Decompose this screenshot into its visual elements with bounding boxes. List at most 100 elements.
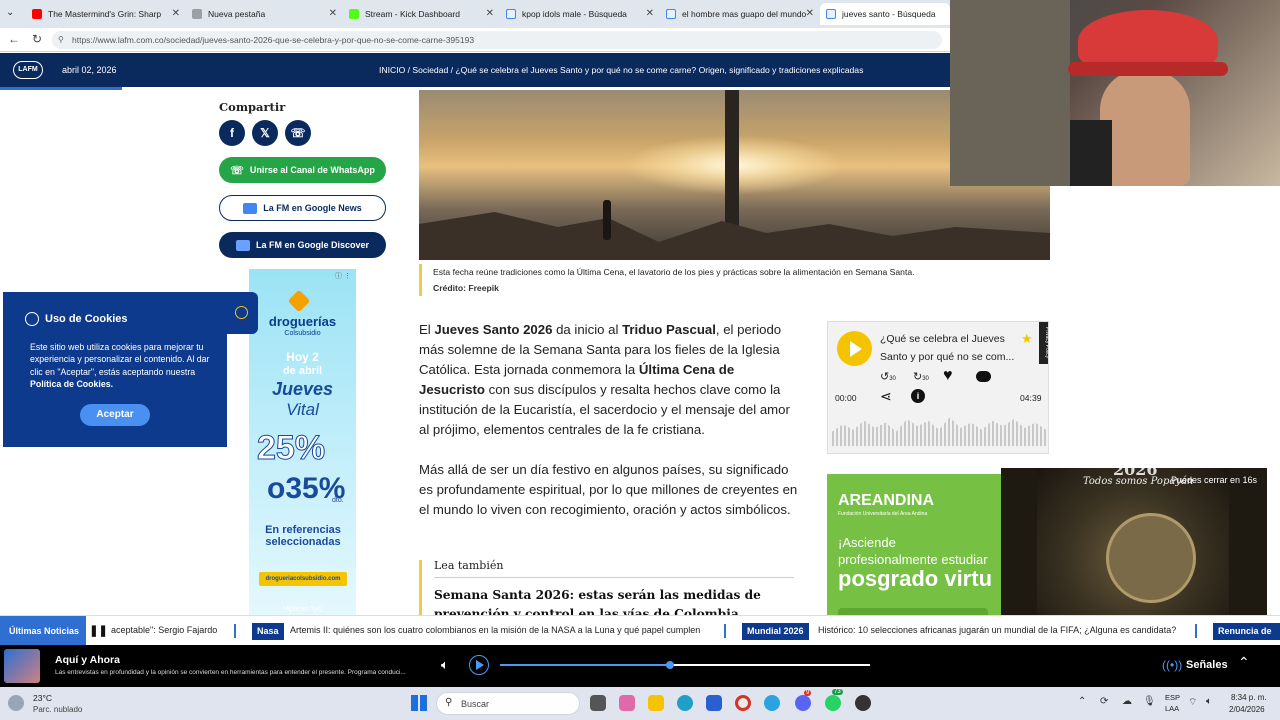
related-article-link[interactable]: Semana Santa 2026: estas serán las medid… xyxy=(434,586,794,615)
url-bar[interactable]: ⚲ https://www.lafm.com.co/sociedad/jueve… xyxy=(52,31,942,49)
player-play-button[interactable] xyxy=(469,655,489,675)
player-progress-track[interactable] xyxy=(500,661,870,669)
video-close-countdown[interactable]: Puedes cerrar en 16s xyxy=(1171,475,1257,485)
audio-waveform[interactable] xyxy=(832,417,1046,446)
left-banner-ad[interactable]: ⓘ ⋮ droguerías Colsubsidio Hoy 2 de abri… xyxy=(249,269,356,615)
tray-cloud-icon[interactable]: ☁ xyxy=(1122,696,1132,707)
audio-title-1: ¿Qué se celebra el Jueves xyxy=(880,333,1005,345)
signals-icon: ((•)) xyxy=(1162,658,1183,672)
x-share-button[interactable]: 𝕏 xyxy=(252,120,278,146)
close-tab-icon[interactable]: ✕ xyxy=(646,8,654,19)
cookie-tab[interactable] xyxy=(226,292,258,334)
back-arrow-icon[interactable]: ← xyxy=(8,32,20,46)
ad-line-2: profesionalmente estudiar xyxy=(838,552,988,567)
browser-tab[interactable]: The Mastermind's Grin: Sharp ✕ xyxy=(26,3,186,25)
ad-line-2: de abril xyxy=(282,365,323,377)
share-icon[interactable]: ⋖ xyxy=(880,388,892,405)
privacy-policy-tab[interactable]: Privacy Policy xyxy=(1039,322,1048,364)
weather-icon[interactable] xyxy=(8,695,24,711)
info-icon[interactable]: i xyxy=(911,389,925,403)
windows-start-icon[interactable] xyxy=(411,695,427,711)
audio-time-start: 00:00 xyxy=(835,393,857,403)
discord-icon[interactable] xyxy=(795,695,811,711)
browser-tab[interactable]: kpop idols male - Búsqueda ✕ xyxy=(500,3,660,25)
radio-player-bar: Aquí y Ahora Las entrevistas en profundi… xyxy=(0,645,1280,687)
ad-brand-sub: Colsubsidio xyxy=(284,330,321,337)
lang-2[interactable]: LAA xyxy=(1165,704,1179,713)
store-icon[interactable] xyxy=(706,695,722,711)
related-label: Lea también xyxy=(434,559,504,572)
copilot-icon[interactable] xyxy=(619,695,635,711)
browser-tab[interactable]: Nueva pestaña ✕ xyxy=(186,3,343,25)
right-banner-ad[interactable]: AREANDINA Fundación Universitaria del Ár… xyxy=(827,474,1001,615)
ad-line-1: ¡Asciende xyxy=(838,535,896,550)
ticker-item-text[interactable]: Histórico: 10 selecciones africanas juga… xyxy=(818,625,1176,635)
brand-star-icon: ★ xyxy=(1021,331,1033,346)
volume-icon[interactable]: 🔈︎ xyxy=(441,657,449,673)
ticker-divider xyxy=(234,624,236,638)
ticker-item-tag[interactable]: Renuncia de xyxy=(1213,623,1280,640)
ad-info-icon[interactable]: ⓘ ⋮ xyxy=(335,271,351,281)
tray-mic-icon[interactable]: 🎙︎ xyxy=(1143,696,1156,707)
weather-desc[interactable]: Parc. nublado xyxy=(33,705,82,714)
ticker-item-tag[interactable]: Nasa xyxy=(252,623,284,640)
taskbar-search-box[interactable]: ⚲ Buscar xyxy=(436,692,580,715)
like-heart-icon[interactable]: ♥ xyxy=(943,367,953,385)
site-info-icon[interactable]: ⚲ xyxy=(58,31,64,49)
reload-icon[interactable]: ↻ xyxy=(32,32,42,46)
video-ad-overlay[interactable]: 2026 Todos somos Popayán Puedes cerrar e… xyxy=(1001,468,1267,618)
ad-brand-sub: Fundación Universitaria del Área Andina xyxy=(838,511,928,517)
obs-icon[interactable] xyxy=(855,695,871,711)
close-tab-icon[interactable]: ✕ xyxy=(486,8,494,19)
whatsapp-share-button[interactable]: ☏ xyxy=(285,120,311,146)
browser-tab-active[interactable]: jueves santo - Búsqueda xyxy=(820,3,950,25)
comment-icon[interactable] xyxy=(976,371,991,382)
breadcrumb[interactable]: INICIO / Sociedad / ¿Qué se celebra el J… xyxy=(379,65,863,75)
lafm-logo[interactable]: LAFM xyxy=(13,61,43,79)
close-tab-icon[interactable]: ✕ xyxy=(172,8,180,19)
ticker-pause-button[interactable]: ❚❚ xyxy=(86,616,111,646)
ad-fine-print: *Aplican TyC xyxy=(282,606,323,613)
rewind-30-icon[interactable]: ↺30 xyxy=(880,370,896,383)
audio-play-button[interactable] xyxy=(837,331,872,366)
telegram-icon[interactable] xyxy=(764,695,780,711)
ad-line-1: Hoy 2 xyxy=(286,350,319,364)
ad-line-3: posgrado virtu xyxy=(838,566,993,591)
google-discover-button[interactable]: La FM en Google Discover xyxy=(219,232,386,258)
cookie-accept-button[interactable]: Aceptar xyxy=(80,404,150,426)
whatsapp-channel-button[interactable]: ☏ Unirse al Canal de WhatsApp xyxy=(219,157,386,183)
tray-chevron-icon[interactable]: ⌃ xyxy=(1078,696,1086,707)
chrome-icon[interactable] xyxy=(735,695,751,711)
ticker-item-text[interactable]: Artemis II: quiénes son los cuatro colom… xyxy=(290,625,700,635)
task-view-icon[interactable] xyxy=(590,695,606,711)
file-explorer-icon[interactable] xyxy=(648,695,664,711)
player-progress-knob[interactable] xyxy=(666,661,675,669)
tray-sync-icon[interactable]: ⟳ xyxy=(1100,696,1108,707)
streamer-face xyxy=(1100,70,1190,186)
browser-tab-strip: ⌄ The Mastermind's Grin: Sharp ✕ Nueva p… xyxy=(0,0,950,28)
clock-image xyxy=(1106,513,1196,603)
edge-icon[interactable] xyxy=(677,695,693,711)
google-news-button[interactable]: La FM en Google News xyxy=(219,195,386,221)
audio-time-end: 04:39 xyxy=(1020,393,1042,403)
chevron-up-icon[interactable]: ⌃ xyxy=(1238,654,1250,671)
whatsapp-icon[interactable] xyxy=(825,695,841,711)
clock-time[interactable]: 8:34 p. m. xyxy=(1231,693,1267,702)
clock-date[interactable]: 2/04/2026 xyxy=(1229,705,1265,714)
weather-temp[interactable]: 23°C xyxy=(33,693,52,703)
browser-tab[interactable]: el hombre mas guapo del mundo ✕ xyxy=(660,3,820,25)
volume-icon[interactable]: 🔈︎ xyxy=(1206,696,1212,707)
ticker-item-text[interactable]: aceptable": Sergio Fajardo xyxy=(111,625,217,635)
wifi-icon[interactable]: ⌔ xyxy=(1188,696,1197,709)
signals-button[interactable]: Señales xyxy=(1186,659,1228,671)
tab-list-chevron-icon[interactable]: ⌄ xyxy=(6,7,14,18)
lang-1[interactable]: ESP xyxy=(1165,693,1180,702)
ticker-item-tag[interactable]: Mundial 2026 xyxy=(742,623,809,640)
facebook-share-button[interactable]: f xyxy=(219,120,245,146)
browser-tab[interactable]: Stream - Kick Dashboard ✕ xyxy=(343,3,500,25)
forward-30-icon[interactable]: ↻30 xyxy=(913,370,929,383)
image-credit: Crédito: Freepik xyxy=(433,283,499,293)
close-tab-icon[interactable]: ✕ xyxy=(806,8,814,19)
close-tab-icon[interactable]: ✕ xyxy=(329,8,337,19)
cross-silhouette xyxy=(725,90,739,240)
